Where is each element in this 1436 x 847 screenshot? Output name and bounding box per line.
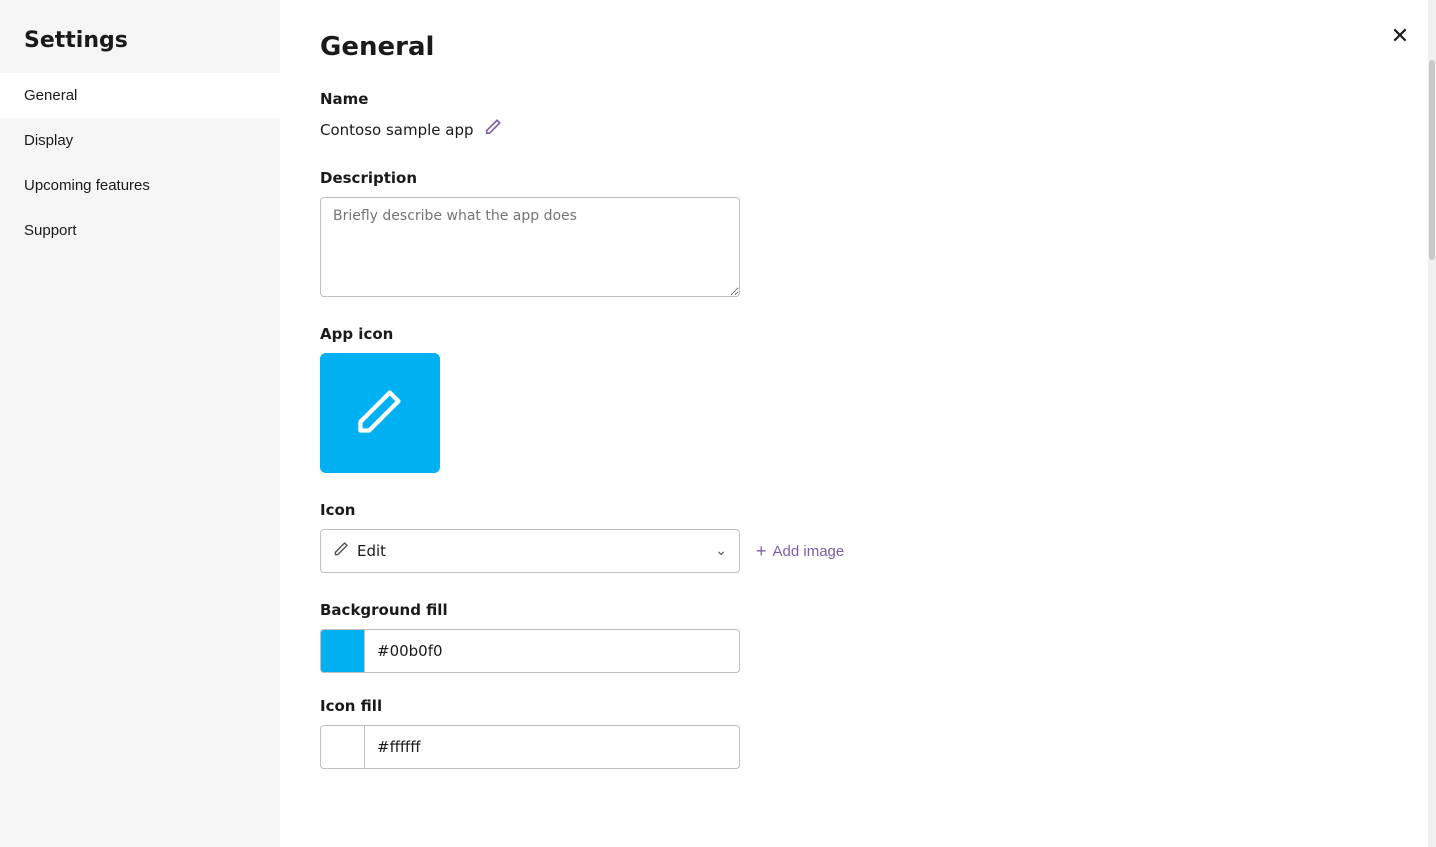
icon-section: Icon Edit ⌄ + Add image — [320, 501, 1396, 573]
sidebar-title: Settings — [0, 0, 280, 73]
app-icon-section: App icon — [320, 325, 1396, 473]
icon-fill-row — [320, 725, 1396, 769]
chevron-down-icon: ⌄ — [715, 543, 727, 559]
close-icon: ✕ — [1391, 25, 1409, 47]
background-fill-row — [320, 629, 1396, 673]
pencil-icon — [484, 118, 502, 141]
name-row: Contoso sample app — [320, 118, 1396, 141]
main-content: ✕ General Name Contoso sample app Descri… — [280, 0, 1436, 847]
background-fill-swatch[interactable] — [320, 629, 364, 673]
close-button[interactable]: ✕ — [1384, 20, 1416, 52]
app-icon-label: App icon — [320, 325, 1396, 343]
icon-select-left: Edit — [333, 541, 386, 561]
background-fill-label: Background fill — [320, 601, 1396, 619]
description-textarea[interactable] — [320, 197, 740, 297]
icon-fill-swatch[interactable] — [320, 725, 364, 769]
sidebar-item-general[interactable]: General — [0, 73, 280, 118]
sidebar-item-upcoming-features[interactable]: Upcoming features — [0, 163, 280, 208]
icon-select-dropdown[interactable]: Edit ⌄ — [320, 529, 740, 573]
plus-icon: + — [756, 541, 767, 562]
icon-label: Icon — [320, 501, 1396, 519]
sidebar-nav: General Display Upcoming features Suppor… — [0, 73, 280, 253]
icon-select-pencil-icon — [333, 541, 349, 561]
sidebar: Settings General Display Upcoming featur… — [0, 0, 280, 847]
icon-fill-input[interactable] — [364, 725, 740, 769]
sidebar-item-support[interactable]: Support — [0, 208, 280, 253]
name-label: Name — [320, 90, 1396, 108]
background-fill-section: Background fill — [320, 601, 1396, 673]
edit-name-button[interactable] — [484, 118, 502, 141]
description-section: Description — [320, 169, 1396, 297]
icon-fill-section: Icon fill — [320, 697, 1396, 769]
scrollbar-track — [1428, 0, 1436, 847]
name-value: Contoso sample app — [320, 121, 474, 139]
app-icon-preview[interactable] — [320, 353, 440, 473]
description-label: Description — [320, 169, 1396, 187]
name-section: Name Contoso sample app — [320, 90, 1396, 141]
icon-select-value: Edit — [357, 542, 386, 560]
scrollbar-thumb[interactable] — [1429, 60, 1435, 260]
background-fill-input[interactable] — [364, 629, 740, 673]
sidebar-item-display[interactable]: Display — [0, 118, 280, 163]
add-image-label: Add image — [773, 543, 845, 560]
icon-row: Edit ⌄ + Add image — [320, 529, 1396, 573]
app-icon-pencil-icon — [354, 385, 406, 441]
page-title: General — [320, 32, 1396, 62]
icon-fill-label: Icon fill — [320, 697, 1396, 715]
add-image-button[interactable]: + Add image — [756, 541, 844, 562]
